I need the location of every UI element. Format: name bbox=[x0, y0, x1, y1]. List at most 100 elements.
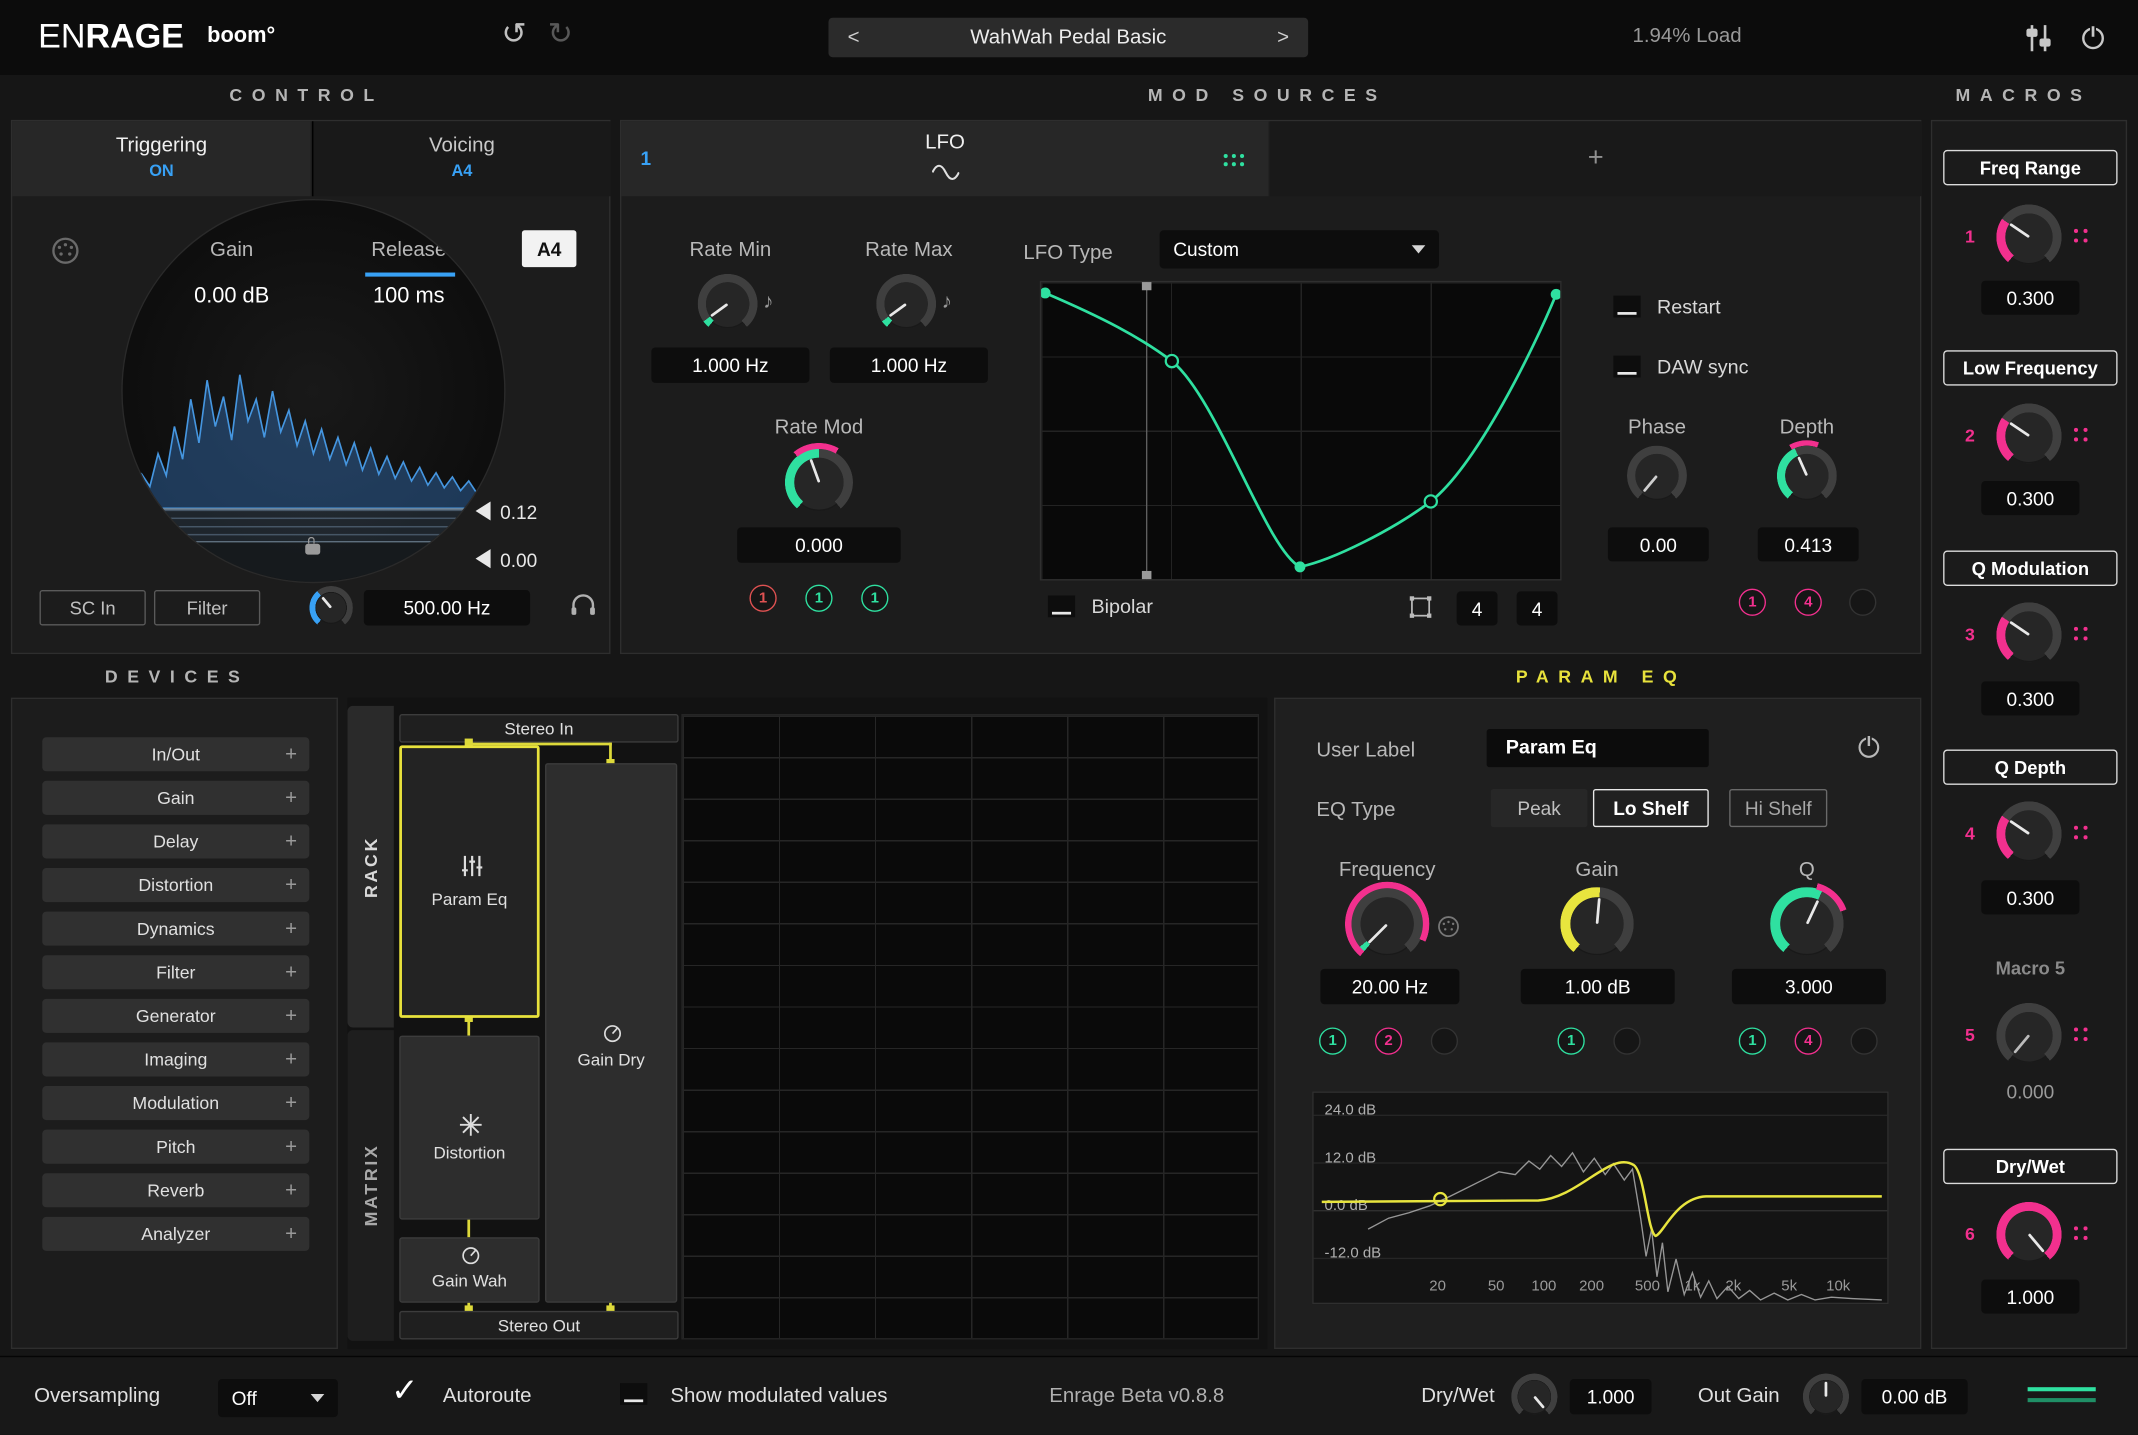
macro-4-knob[interactable] bbox=[2002, 807, 2057, 862]
show-modulated-checkbox[interactable] bbox=[620, 1383, 647, 1405]
mod-slot[interactable]: 4 bbox=[1795, 589, 1822, 616]
rack-device-gain-dry[interactable]: Gain Dry bbox=[545, 763, 677, 1303]
add-icon[interactable]: + bbox=[285, 830, 297, 853]
grid-snap-icon[interactable] bbox=[1408, 594, 1434, 620]
macro-5-label[interactable]: Macro 5 bbox=[1943, 950, 2117, 985]
depth-value[interactable]: 0.413 bbox=[1758, 527, 1859, 561]
grid-x-value[interactable]: 4 bbox=[1457, 591, 1498, 625]
device-category-analyzer[interactable]: Analyzer+ bbox=[42, 1217, 309, 1251]
device-category-reverb[interactable]: Reverb+ bbox=[42, 1173, 309, 1207]
filter-freq-knob[interactable] bbox=[315, 591, 348, 624]
depth-knob[interactable] bbox=[1782, 451, 1831, 500]
tab-add-mod-source[interactable]: + bbox=[1270, 121, 1921, 196]
threshold-marker-high[interactable] bbox=[476, 501, 491, 520]
preset-bar[interactable]: < WahWah Pedal Basic > bbox=[828, 18, 1308, 58]
device-category-pitch[interactable]: Pitch+ bbox=[42, 1130, 309, 1164]
add-icon[interactable]: + bbox=[285, 1004, 297, 1027]
preset-next-button[interactable]: > bbox=[1258, 26, 1308, 49]
drag-handle-icon[interactable] bbox=[2074, 229, 2078, 233]
preset-prev-button[interactable]: < bbox=[828, 26, 878, 49]
out-gain-value[interactable]: 0.00 dB bbox=[1861, 1379, 1967, 1414]
lfo-curve-editor[interactable] bbox=[1040, 281, 1562, 581]
macro-2-value[interactable]: 0.300 bbox=[1981, 481, 2079, 515]
restart-checkbox[interactable] bbox=[1613, 296, 1640, 318]
device-category-filter[interactable]: Filter+ bbox=[42, 955, 309, 989]
envelope-display[interactable]: Gain Release 0.00 dB 100 ms bbox=[121, 199, 505, 583]
drag-handle-icon[interactable] bbox=[2074, 826, 2078, 830]
drag-handle-icon[interactable] bbox=[1224, 154, 1228, 158]
rate-min-knob[interactable] bbox=[703, 279, 752, 328]
macro-1-label[interactable]: Freq Range bbox=[1943, 150, 2117, 185]
matrix-tab[interactable]: MATRIX bbox=[347, 1030, 393, 1341]
rate-max-value[interactable]: 1.000 Hz bbox=[830, 347, 988, 382]
rack-tab[interactable]: RACK bbox=[347, 706, 393, 1028]
filter-button[interactable]: Filter bbox=[154, 590, 260, 625]
drag-handle-icon[interactable] bbox=[2074, 627, 2078, 631]
out-gain-knob[interactable] bbox=[1808, 1379, 1843, 1414]
preset-name[interactable]: WahWah Pedal Basic bbox=[879, 26, 1258, 49]
mod-slot[interactable]: 1 bbox=[861, 585, 888, 612]
frequency-knob[interactable] bbox=[1356, 893, 1419, 956]
macro-1-knob[interactable] bbox=[2002, 210, 2057, 265]
mod-slot[interactable]: 1 bbox=[1739, 589, 1766, 616]
device-category-in-out[interactable]: In/Out+ bbox=[42, 737, 309, 771]
eq-response-graph[interactable]: 24.0 dB 12.0 dB 0.0 dB -12.0 dB 20 50 10… bbox=[1312, 1091, 1888, 1304]
bipolar-checkbox[interactable] bbox=[1048, 595, 1075, 617]
mod-matrix-grid[interactable] bbox=[681, 714, 1259, 1339]
mod-slot[interactable]: 1 bbox=[1319, 1027, 1346, 1054]
macro-3-label[interactable]: Q Modulation bbox=[1943, 551, 2117, 586]
filter-freq-value[interactable]: 500.00 Hz bbox=[364, 590, 530, 625]
midi-icon[interactable] bbox=[50, 236, 80, 266]
add-icon[interactable]: + bbox=[285, 961, 297, 984]
macro-4-label[interactable]: Q Depth bbox=[1943, 749, 2117, 784]
dry-wet-value[interactable]: 1.000 bbox=[1570, 1379, 1652, 1414]
eq-type-peak[interactable]: Peak bbox=[1491, 789, 1588, 827]
macro-6-value[interactable]: 1.000 bbox=[1981, 1280, 2079, 1314]
note-sync-icon[interactable]: ♪ bbox=[942, 290, 952, 313]
gain-value[interactable]: 0.00 dB bbox=[150, 285, 314, 310]
rate-min-value[interactable]: 1.000 Hz bbox=[651, 347, 809, 382]
frequency-value[interactable]: 20.00 Hz bbox=[1320, 969, 1459, 1004]
mod-slot-empty[interactable] bbox=[1431, 1027, 1458, 1054]
oversampling-select[interactable]: Off bbox=[218, 1379, 338, 1417]
dry-wet-knob[interactable] bbox=[1517, 1379, 1552, 1414]
mod-slot[interactable]: 1 bbox=[805, 585, 832, 612]
q-value[interactable]: 3.000 bbox=[1732, 969, 1886, 1004]
mod-slot[interactable]: 2 bbox=[1375, 1027, 1402, 1054]
macro-2-knob[interactable] bbox=[2002, 409, 2057, 464]
redo-icon[interactable]: ↻ bbox=[548, 16, 573, 51]
macro-1-value[interactable]: 0.300 bbox=[1981, 281, 2079, 315]
drag-handle-icon[interactable] bbox=[2074, 428, 2078, 432]
device-category-generator[interactable]: Generator+ bbox=[42, 999, 309, 1033]
add-icon[interactable]: + bbox=[285, 1091, 297, 1114]
mod-slot-empty[interactable] bbox=[1850, 1027, 1877, 1054]
eq-type-lo-shelf[interactable]: Lo Shelf bbox=[1593, 789, 1709, 827]
add-icon[interactable]: + bbox=[285, 1048, 297, 1071]
device-category-delay[interactable]: Delay+ bbox=[42, 824, 309, 858]
mod-slot[interactable]: 1 bbox=[1739, 1027, 1766, 1054]
threshold-marker-low[interactable] bbox=[476, 549, 491, 568]
lock-icon[interactable] bbox=[305, 544, 320, 555]
stereo-out-node[interactable]: Stereo Out bbox=[399, 1311, 678, 1340]
device-category-dynamics[interactable]: Dynamics+ bbox=[42, 912, 309, 946]
add-icon[interactable]: + bbox=[285, 873, 297, 896]
settings-icon[interactable] bbox=[2022, 22, 2055, 55]
user-label-input[interactable]: Param Eq bbox=[1487, 729, 1709, 767]
release-value[interactable]: 100 ms bbox=[327, 285, 491, 310]
grid-y-value[interactable]: 4 bbox=[1517, 591, 1558, 625]
phase-knob[interactable] bbox=[1632, 451, 1681, 500]
mod-slot-empty[interactable] bbox=[1849, 589, 1876, 616]
note-sync-icon[interactable]: ♪ bbox=[763, 290, 773, 313]
device-category-imaging[interactable]: Imaging+ bbox=[42, 1042, 309, 1076]
lfo-type-select[interactable]: Custom bbox=[1160, 230, 1439, 268]
eq-type-hi-shelf[interactable]: Hi Shelf bbox=[1729, 789, 1827, 827]
mod-slot[interactable]: 1 bbox=[1558, 1027, 1585, 1054]
mod-slot[interactable]: 1 bbox=[749, 585, 776, 612]
add-icon[interactable]: + bbox=[285, 743, 297, 766]
rack-device-param-eq[interactable]: Param Eq bbox=[399, 745, 539, 1018]
release-slider-indicator[interactable] bbox=[365, 273, 455, 277]
drag-handle-icon[interactable] bbox=[2074, 1226, 2078, 1230]
eq-gain-value[interactable]: 1.00 dB bbox=[1521, 969, 1675, 1004]
drag-handle-icon[interactable] bbox=[2074, 1027, 2078, 1031]
tab-lfo[interactable]: 1 LFO bbox=[621, 121, 1268, 196]
